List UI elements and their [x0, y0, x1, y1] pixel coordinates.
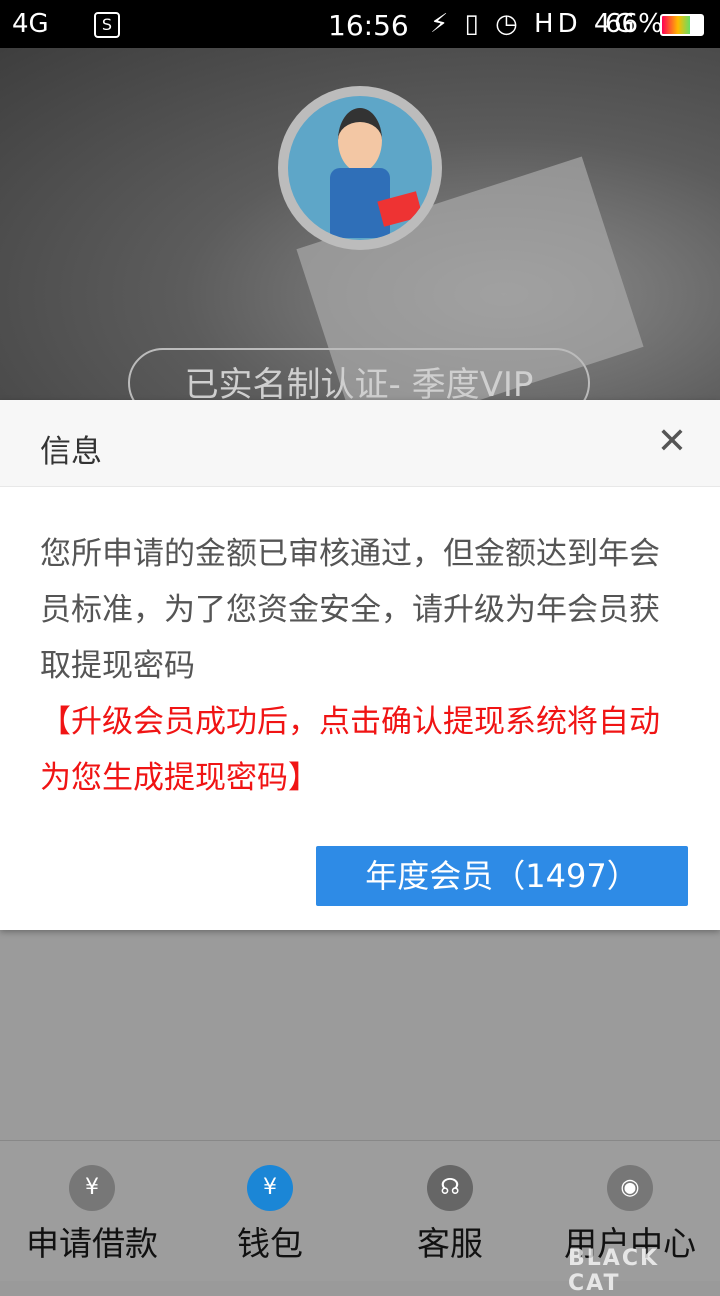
wallet-icon: ¥: [247, 1165, 293, 1211]
watermark-text: BLACK CAT: [568, 1246, 660, 1296]
watermark-logo: BLACK CAT: [560, 1170, 720, 1296]
tab-customer-service[interactable]: ☊ 客服: [408, 1141, 492, 1281]
battery-icon: [660, 14, 704, 36]
tab-label: 钱包: [237, 1224, 303, 1263]
notification-icon: S: [94, 12, 120, 38]
dialog-highlight-text: 【升级会员成功后，点击确认提现系统将自动为您生成提现密码】: [40, 704, 660, 796]
battery-percent: 66%: [605, 9, 663, 39]
dialog-message-text: 您所申请的金额已审核通过，但金额达到年会员标准，为了您资金安全，请升级为年会员获…: [40, 536, 660, 684]
dialog-title: 信息: [40, 434, 102, 470]
tab-wallet[interactable]: ¥ 钱包: [228, 1141, 312, 1281]
avatar[interactable]: [278, 86, 442, 250]
close-icon[interactable]: ✕: [654, 422, 690, 462]
status-time: 16:56: [328, 9, 409, 42]
avatar-image: [288, 96, 432, 240]
tab-label: 客服: [417, 1224, 483, 1263]
loan-hand-icon: ¥: [69, 1165, 115, 1211]
tab-label: 申请借款: [26, 1224, 158, 1263]
status-bar: 4G S 16:56 ⚡ ▯ ◷ HD 4G 66%: [0, 0, 720, 48]
dialog-header: 信息 ✕: [0, 400, 720, 487]
headset-icon: ☊: [427, 1165, 473, 1211]
dialog-message: 您所申请的金额已审核通过，但金额达到年会员标准，为了您资金安全，请升级为年会员获…: [40, 526, 685, 806]
info-dialog: 信息 ✕ 您所申请的金额已审核通过，但金额达到年会员标准，为了您资金安全，请升级…: [0, 400, 720, 930]
annual-membership-button[interactable]: 年度会员（1497）: [316, 846, 688, 906]
tab-apply-loan[interactable]: ¥ 申请借款: [18, 1141, 166, 1281]
signal-indicator: 4G: [12, 9, 49, 39]
